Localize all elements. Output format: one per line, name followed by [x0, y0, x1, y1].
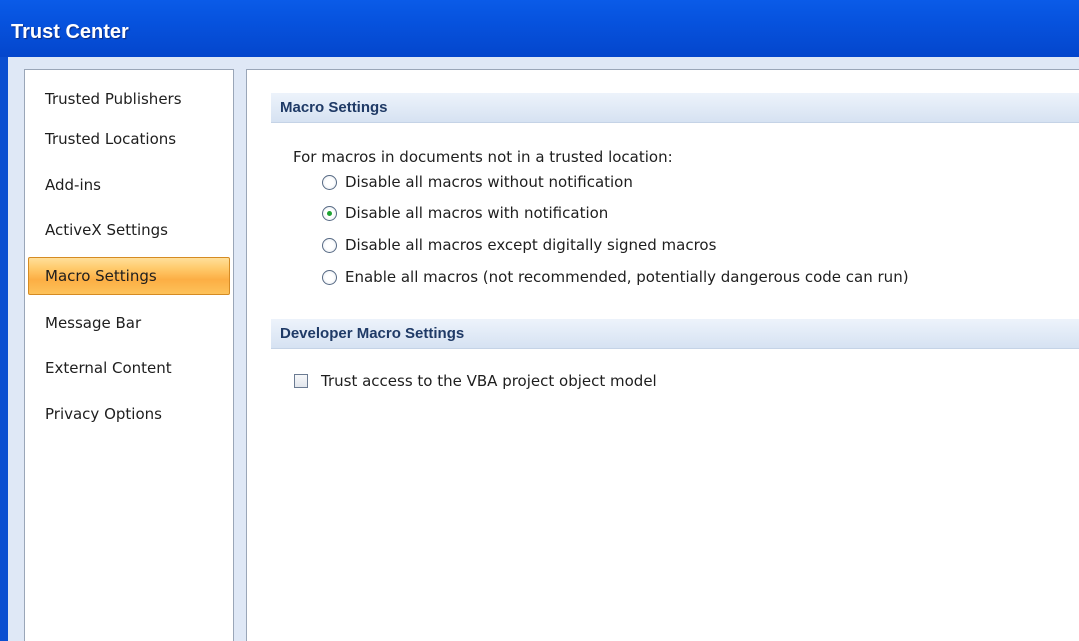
nav-panel: Trusted Publishers Trusted Locations Add… — [24, 69, 234, 641]
developer-macro-settings-header: Developer Macro Settings — [271, 319, 1079, 349]
content-panel: Macro Settings For macros in documents n… — [246, 69, 1079, 641]
macro-settings-description: For macros in documents not in a trusted… — [293, 148, 673, 166]
title-bar: Trust Center — [0, 0, 1079, 57]
nav-item-message-bar[interactable]: Message Bar — [28, 304, 230, 342]
nav-item-trusted-publishers[interactable]: Trusted Publishers — [28, 80, 230, 118]
radio-disable-with-notification[interactable]: Disable all macros with notification — [322, 201, 608, 225]
radio-icon[interactable] — [322, 237, 337, 253]
radio-icon[interactable] — [322, 269, 337, 285]
nav-item-external-content[interactable]: External Content — [28, 349, 230, 387]
radio-disable-no-notification[interactable]: Disable all macros without notification — [322, 170, 633, 194]
radio-selected-icon[interactable] — [322, 205, 337, 221]
checkbox-icon[interactable] — [294, 374, 308, 388]
checkbox-label: Trust access to the VBA project object m… — [321, 372, 657, 390]
radio-label: Disable all macros except digitally sign… — [345, 236, 717, 254]
nav-item-activex-settings[interactable]: ActiveX Settings — [28, 211, 230, 249]
nav-item-privacy-options[interactable]: Privacy Options — [28, 395, 230, 433]
window-title: Trust Center — [11, 21, 129, 43]
radio-enable-all[interactable]: Enable all macros (not recommended, pote… — [322, 265, 909, 289]
radio-label: Enable all macros (not recommended, pote… — [345, 268, 909, 286]
radio-icon[interactable] — [322, 174, 337, 190]
radio-label: Disable all macros without notification — [345, 173, 633, 191]
trust-vba-access-option[interactable]: Trust access to the VBA project object m… — [294, 369, 657, 393]
nav-item-macro-settings[interactable]: Macro Settings — [28, 257, 230, 295]
radio-label: Disable all macros with notification — [345, 204, 609, 222]
nav-item-trusted-locations[interactable]: Trusted Locations — [28, 120, 230, 158]
macro-settings-header: Macro Settings — [271, 93, 1079, 123]
nav-item-add-ins[interactable]: Add-ins — [28, 166, 230, 204]
radio-disable-except-signed[interactable]: Disable all macros except digitally sign… — [322, 233, 716, 257]
